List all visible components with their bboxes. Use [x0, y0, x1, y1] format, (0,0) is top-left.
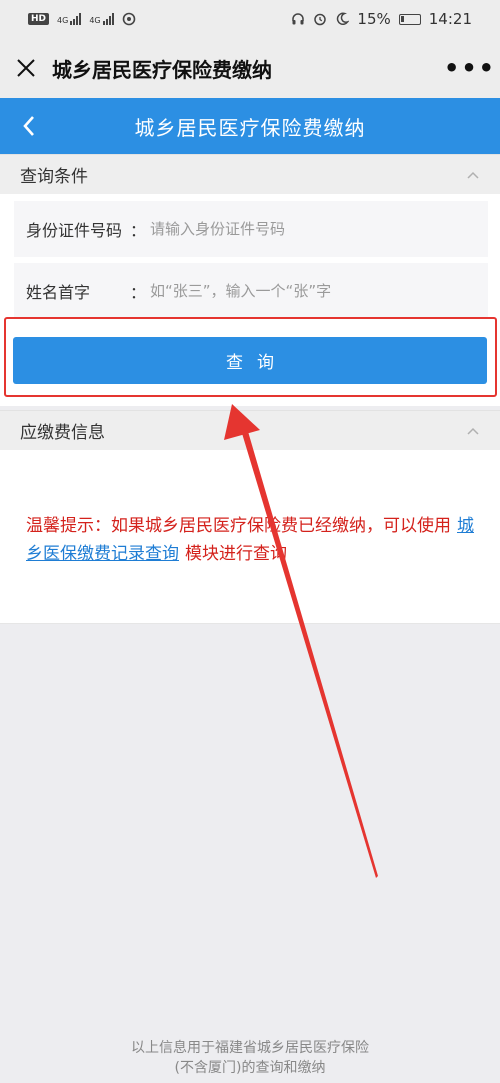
- payment-info-panel: 温馨提示：如果城乡居民医疗保险费已经缴纳，可以使用 城乡医保缴费记录查询 模块进行查…: [0, 450, 500, 624]
- info-section-header[interactable]: 应缴费信息: [0, 410, 500, 450]
- battery-percent: 15%: [357, 10, 391, 28]
- tip-prefix: 温馨提示：如果城乡居民医疗保险费已经缴纳，可以使用: [26, 516, 451, 536]
- footer-line-1: 以上信息用于福建省城乡居民医疗保险: [131, 1040, 369, 1056]
- info-section-title: 应缴费信息: [20, 423, 105, 443]
- id-number-field: 身份证件号码 ：: [14, 201, 488, 257]
- moon-icon: [337, 12, 350, 26]
- query-button[interactable]: 查询: [13, 337, 487, 384]
- close-button[interactable]: [0, 38, 52, 98]
- footer-line-2: (不含厦门)的查询和缴纳: [174, 1060, 326, 1076]
- clock: 14:21: [428, 10, 472, 28]
- warm-tip: 温馨提示：如果城乡居民医疗保险费已经缴纳，可以使用 城乡医保缴费记录查询 模块进行查…: [26, 512, 476, 568]
- app-title: 城乡居民医疗保险费缴纳: [52, 57, 272, 82]
- signal-icon-2: 4G: [89, 13, 114, 25]
- signal-icon: 4G: [57, 13, 82, 25]
- surname-field: 姓名首字 ：: [14, 263, 488, 319]
- surname-colon: ：: [129, 283, 146, 302]
- id-number-colon: ：: [129, 221, 146, 240]
- id-number-label: 身份证件号码: [26, 221, 123, 240]
- app-title-bar: 城乡居民医疗保险费缴纳 •••: [0, 38, 500, 98]
- surname-input[interactable]: [150, 263, 488, 319]
- page-title: 城乡居民医疗保险费缴纳: [134, 115, 366, 140]
- status-bar: HD 4G 4G 15% 14:21: [0, 0, 500, 38]
- alarm-icon: [314, 13, 327, 26]
- headphones-icon: [292, 13, 305, 25]
- more-button[interactable]: •••: [440, 38, 500, 98]
- id-number-input[interactable]: [150, 201, 488, 257]
- data-saver-icon: [122, 12, 135, 26]
- chevron-up-icon: [467, 427, 479, 435]
- page-header: 城乡居民医疗保险费缴纳: [0, 98, 500, 154]
- chevron-left-icon: [23, 116, 34, 136]
- status-left: HD 4G 4G: [28, 12, 136, 26]
- hd-badge: HD: [28, 13, 50, 25]
- close-icon: [17, 59, 35, 77]
- battery-icon: [398, 13, 421, 25]
- status-right: 15% 14:21: [291, 10, 472, 28]
- surname-label: 姓名首字: [26, 283, 91, 302]
- chevron-up-icon: [467, 171, 479, 179]
- query-section-title: 查询条件: [20, 167, 88, 187]
- query-section-header[interactable]: 查询条件: [0, 154, 500, 194]
- back-button[interactable]: [14, 98, 44, 154]
- tip-suffix: 模块进行查询: [185, 544, 287, 564]
- footer-note: 以上信息用于福建省城乡居民医疗保险 (不含厦门)的查询和缴纳: [0, 1038, 500, 1078]
